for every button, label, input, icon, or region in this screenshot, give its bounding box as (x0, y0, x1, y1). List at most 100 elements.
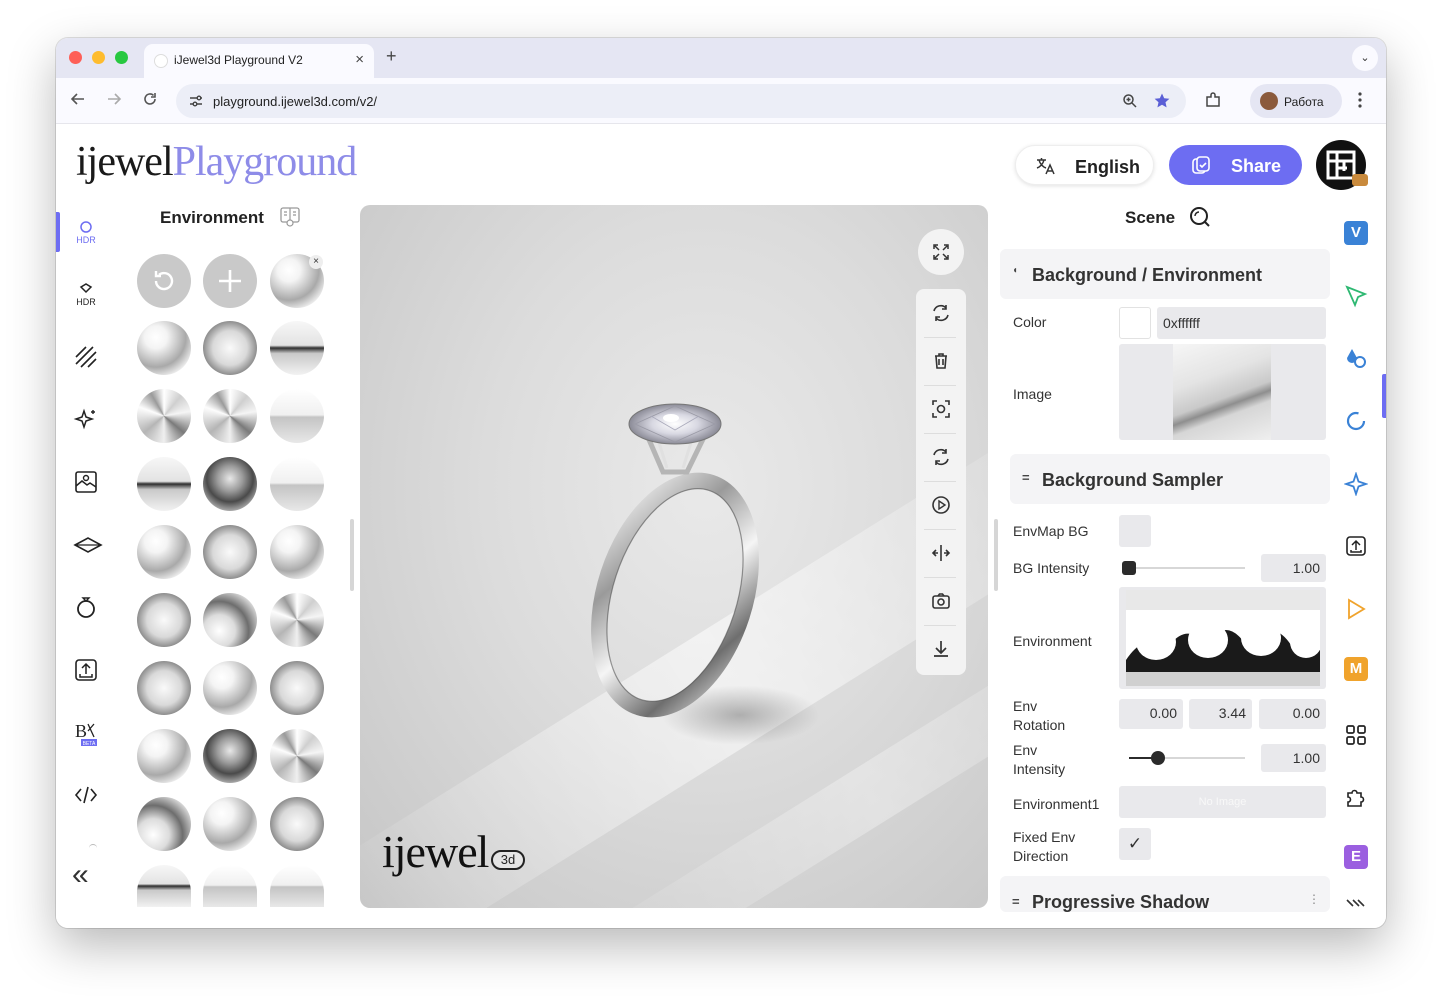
environment-thumbnail[interactable] (137, 389, 191, 443)
environment-thumbnail[interactable] (137, 661, 191, 715)
forward-icon[interactable] (106, 91, 122, 107)
rail-item-plane[interactable] (56, 525, 116, 565)
background-image-slot[interactable] (1119, 344, 1326, 440)
scene-scrollbar[interactable] (994, 519, 998, 591)
env-rotation-y[interactable]: 3.44 (1189, 699, 1252, 729)
environment-thumbnail[interactable] (270, 525, 324, 579)
section-background-sampler[interactable]: = Background Sampler (1010, 454, 1330, 504)
environment-thumbnail[interactable] (203, 661, 257, 715)
right-rail-play[interactable] (1340, 593, 1372, 625)
envmap-bg-checkbox[interactable] (1119, 515, 1151, 547)
app-logo[interactable]: ijewelPlayground (76, 138, 357, 186)
rail-item-ring[interactable] (56, 587, 116, 627)
bookmark-star-icon[interactable] (1153, 92, 1171, 110)
environment-thumbnail[interactable] (137, 457, 191, 511)
camera-button[interactable] (917, 577, 965, 625)
environment-thumbnail[interactable] (137, 525, 191, 579)
right-rail-plugins[interactable] (1340, 781, 1372, 813)
color-swatch[interactable] (1119, 307, 1151, 339)
add-environment-button[interactable] (203, 254, 257, 308)
new-tab-button[interactable]: + (386, 46, 397, 67)
rail-item-code[interactable] (56, 775, 116, 815)
browser-menu-icon[interactable] (1358, 92, 1362, 108)
environment-thumbnail[interactable] (270, 593, 324, 647)
rail-item-stripes[interactable] (56, 337, 116, 377)
environment-thumbnail[interactable] (270, 797, 324, 851)
download-button[interactable] (917, 625, 965, 673)
environment-thumbnail[interactable] (137, 593, 191, 647)
vray-badge-button[interactable]: V (1344, 221, 1368, 245)
close-window-button[interactable] (69, 51, 82, 64)
environment-thumbnail[interactable] (270, 389, 324, 443)
language-button[interactable]: English (1015, 145, 1154, 185)
rotate-button[interactable] (917, 289, 965, 337)
environment-thumbnail[interactable] (203, 593, 257, 647)
environment-scrollbar[interactable] (350, 519, 354, 591)
remove-environment-button[interactable]: × (309, 255, 323, 269)
rail-item-gallery[interactable] (56, 462, 116, 502)
right-rail-import[interactable] (1340, 530, 1372, 562)
reset-environment-button[interactable] (137, 254, 191, 308)
browser-tab[interactable]: iJewel3d Playground V2 × (144, 44, 374, 78)
environment-thumbnail[interactable] (203, 321, 257, 375)
address-bar[interactable]: playground.ijewel3d.com/v2/ (176, 84, 1186, 118)
environment1-slot[interactable]: No Image (1119, 786, 1326, 818)
focus-button[interactable] (917, 385, 965, 433)
environment-thumbnail[interactable] (203, 389, 257, 443)
right-rail-rotation[interactable] (1340, 405, 1372, 437)
rail-item-sparkles[interactable] (56, 400, 116, 440)
right-rail-material[interactable] (1340, 342, 1372, 374)
fixed-env-direction-checkbox[interactable]: ✓ (1119, 828, 1151, 860)
environment-thumbnail[interactable] (203, 525, 257, 579)
env-rotation-z[interactable]: 0.00 (1259, 699, 1326, 729)
bg-intensity-thumb[interactable] (1122, 561, 1136, 575)
3d-viewport[interactable]: ijewel 3d (360, 205, 988, 908)
section-progressive-shadow[interactable]: = Progressive Shadow ⋮ (1000, 876, 1330, 912)
environment-library-icon[interactable] (279, 206, 301, 228)
right-rail-grid[interactable] (1340, 719, 1372, 751)
compare-button[interactable] (917, 529, 965, 577)
color-input[interactable]: 0xffffff (1157, 307, 1326, 339)
tab-close-button[interactable]: × (355, 51, 364, 68)
trash-button[interactable] (917, 337, 965, 385)
fullscreen-button[interactable] (918, 229, 964, 275)
reload-icon[interactable] (142, 91, 158, 107)
tab-search-button[interactable]: ⌄ (1352, 45, 1378, 71)
environment-thumbnail[interactable] (270, 661, 324, 715)
site-settings-icon[interactable] (188, 94, 204, 108)
environment-thumbnail[interactable] (203, 865, 257, 907)
env-intensity-thumb[interactable] (1151, 751, 1165, 765)
section-background-environment[interactable]: ◖ Background / Environment (1000, 249, 1330, 299)
play-button[interactable] (917, 481, 965, 529)
environment-thumbnail[interactable] (203, 797, 257, 851)
environment-thumbnail[interactable] (137, 321, 191, 375)
environment-thumbnail[interactable] (137, 865, 191, 907)
environment-thumbnail[interactable] (270, 865, 324, 907)
minimize-window-button[interactable] (92, 51, 105, 64)
back-icon[interactable] (70, 91, 86, 107)
environment-thumbnail[interactable] (270, 729, 324, 783)
rail-item-bk-beta[interactable]: B BETA (56, 712, 116, 752)
env-rotation-x[interactable]: 0.00 (1119, 699, 1183, 729)
right-rail-expand[interactable] (1340, 890, 1372, 922)
bg-intensity-slider[interactable] (1129, 567, 1245, 569)
environment-thumbnail[interactable] (203, 729, 257, 783)
right-rail-cursor[interactable] (1340, 280, 1372, 312)
environment-thumbnail[interactable] (137, 797, 191, 851)
environment-thumbnail[interactable] (203, 457, 257, 511)
section-menu-icon[interactable]: ⋮ (1308, 892, 1320, 906)
environment-map-slot[interactable] (1119, 587, 1326, 689)
zoom-window-button[interactable] (115, 51, 128, 64)
rail-item-hdr-diamond[interactable]: HDR (56, 274, 116, 314)
environment-thumbnail[interactable] (270, 457, 324, 511)
user-avatar[interactable] (1316, 140, 1368, 190)
environment-thumbnail[interactable] (137, 729, 191, 783)
env-intensity-input[interactable]: 1.00 (1261, 744, 1326, 772)
environment-thumbnail[interactable] (270, 321, 324, 375)
zoom-icon[interactable] (1122, 93, 1138, 109)
right-rail-star[interactable] (1340, 468, 1372, 500)
share-button[interactable]: Share (1169, 145, 1302, 185)
extensions-icon[interactable] (1204, 91, 1222, 109)
scene-search-icon[interactable] (1189, 206, 1211, 228)
bg-intensity-input[interactable]: 1.00 (1261, 554, 1326, 582)
